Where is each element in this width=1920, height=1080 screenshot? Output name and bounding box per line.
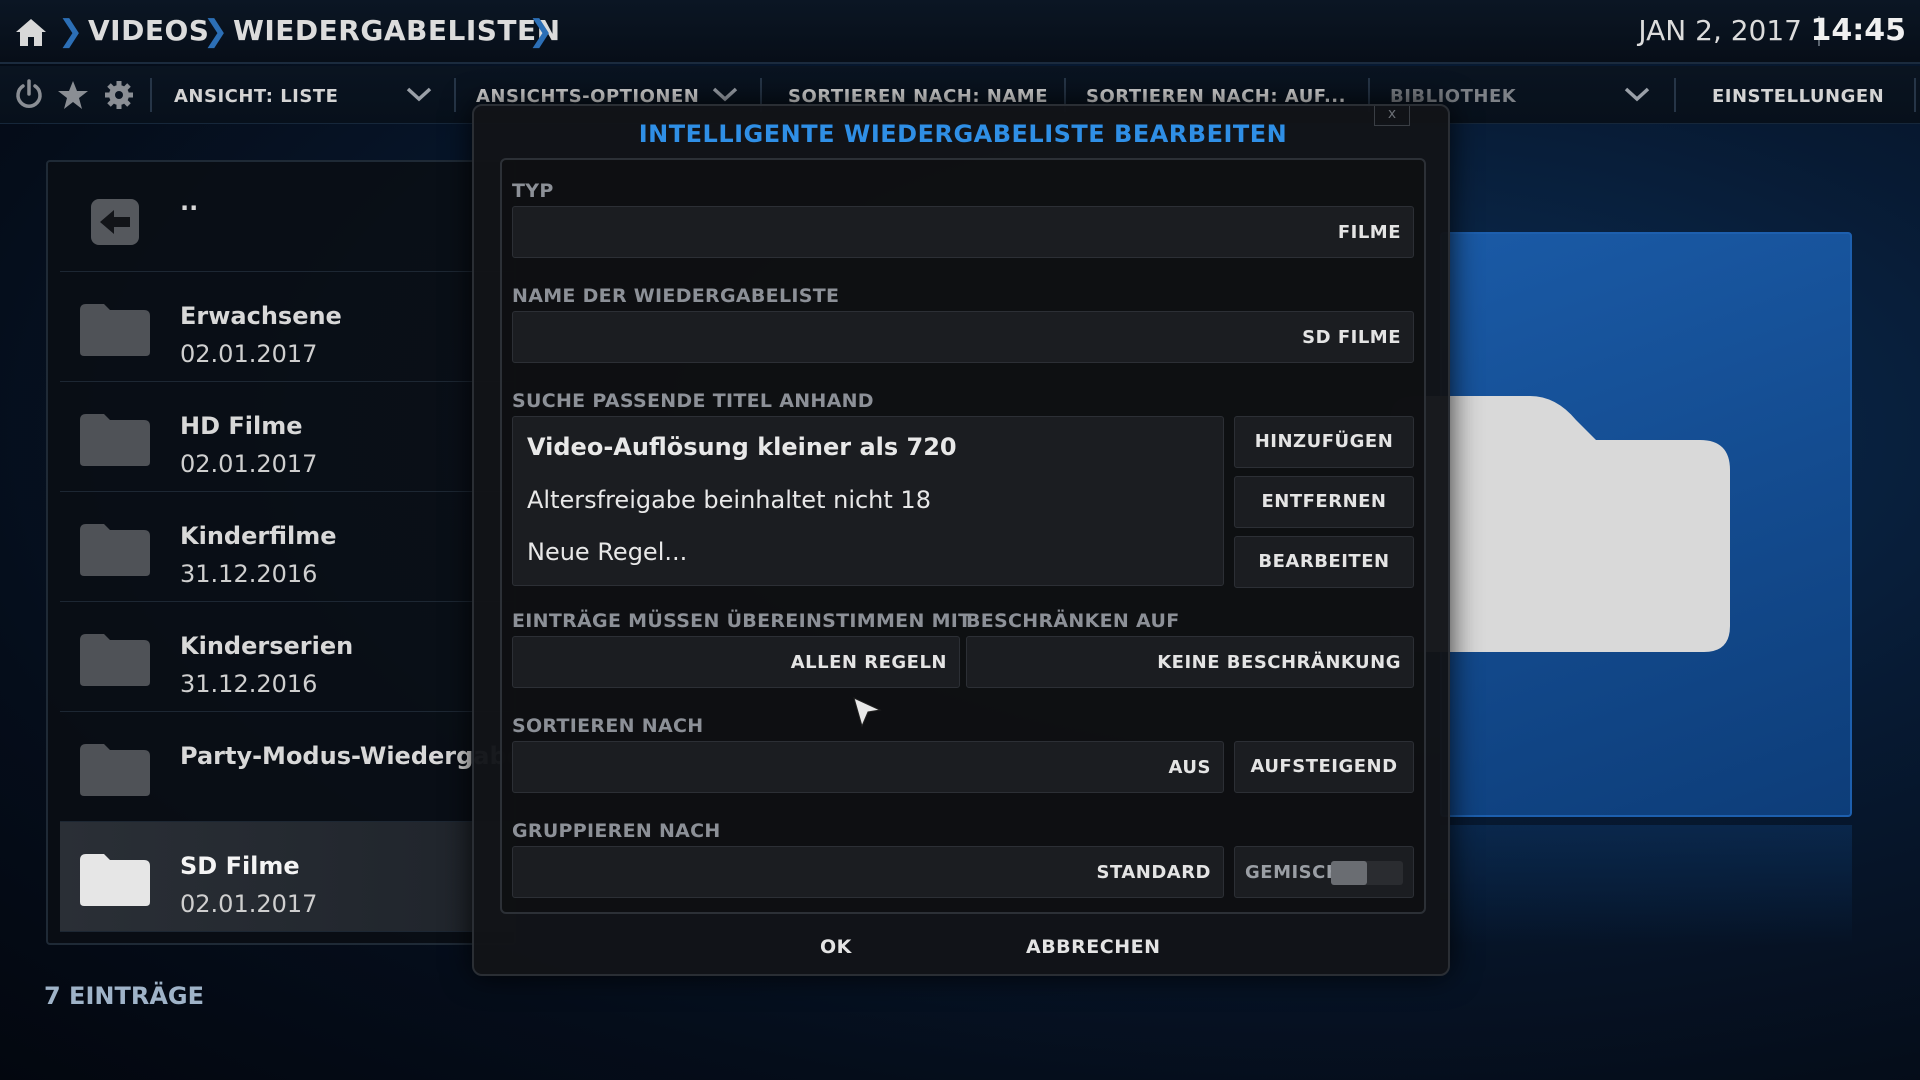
folder-icon [80,524,150,576]
folder-icon [80,414,150,466]
list-item[interactable]: Erwachsene 02.01.2017 [60,272,516,382]
power-icon[interactable] [12,78,46,112]
rules-label: SUCHE PASSENDE TITEL ANHAND [512,390,874,412]
chevron-down-icon[interactable] [712,84,738,104]
edit-smart-playlist-dialog: INTELLIGENTE WIEDERGABELISTE BEARBEITEN … [472,104,1450,976]
list-item-date: 02.01.2017 [180,890,318,918]
limit-value: KEINE BESCHRÄNKUNG [1157,652,1401,673]
breadcrumb-separator: ❯ [203,14,229,49]
file-list: .. Erwachsene 02.01.2017 HD Filme 02.01.… [46,160,581,945]
home-icon[interactable] [14,16,48,48]
folder-icon [80,744,150,796]
folder-icon [80,634,150,686]
dialog-title: INTELLIGENTE WIEDERGABELISTE BEARBEITEN [638,120,1288,148]
list-item[interactable]: HD Filme 02.01.2017 [60,382,516,492]
back-arrow-icon [91,199,139,245]
ok-button[interactable]: OK [820,936,852,958]
list-item-date: 31.12.2016 [180,670,318,698]
rule-item[interactable]: Neue Regel... [527,538,687,566]
close-button[interactable]: x [1374,106,1410,126]
list-item-date: 02.01.2017 [180,340,318,368]
breadcrumb-separator: ❯ [528,14,554,49]
match-label: EINTRÄGE MÜSSEN ÜBEREINSTIMMEN MIT [512,610,972,632]
date-display: JAN 2, 2017 [1638,14,1802,47]
list-item[interactable]: Party-Modus-Wiedergabeliste [60,712,581,822]
type-value: FILME [1337,222,1401,243]
type-label: TYP [512,180,554,202]
gear-icon[interactable] [102,78,136,112]
list-item-selected[interactable]: SD Filme 02.01.2017 [60,822,516,932]
sort-field[interactable]: AUS [512,741,1224,793]
list-item-name: SD Filme [180,852,300,880]
playlist-name-value: SD FILME [1302,327,1401,348]
time-display: 14:45 [1810,13,1907,48]
mixed-toggle[interactable]: GEMISCHT [1234,846,1414,898]
toggle-knob [1331,861,1367,885]
dialog-content: TYP FILME NAME DER WIEDERGABELISTE SD FI… [500,158,1426,914]
cancel-button[interactable]: ABBRECHEN [1026,936,1161,958]
list-item[interactable]: Kinderfilme 31.12.2016 [60,492,516,602]
type-field[interactable]: FILME [512,206,1414,258]
rules-list: Video-Auflösung kleiner als 720 Altersfr… [512,416,1224,586]
toolbar-divider [150,78,152,112]
group-field[interactable]: STANDARD [512,846,1224,898]
rule-item[interactable]: Altersfreigabe beinhaltet nicht 18 [527,486,931,514]
toolbar-divider [1674,78,1676,112]
view-mode-button[interactable]: ANSICHT: LISTE [174,86,338,107]
folder-icon [80,854,150,906]
sort-label: SORTIEREN NACH [512,715,704,737]
list-item-date: 02.01.2017 [180,450,318,478]
group-label: GRUPPIEREN NACH [512,820,721,842]
limit-field[interactable]: KEINE BESCHRÄNKUNG [966,636,1414,688]
breadcrumb-separator: ❯ [58,14,84,49]
folder-icon [80,304,150,356]
toggle-switch[interactable] [1331,861,1403,885]
chevron-down-icon[interactable] [406,84,432,104]
preview-reflection [1440,825,1852,945]
toolbar-divider [454,78,456,112]
match-value: ALLEN REGELN [790,652,947,673]
mouse-pointer-icon [853,697,882,728]
playlist-name-field[interactable]: SD FILME [512,311,1414,363]
item-count: 7 EINTRÄGE [44,982,204,1010]
add-rule-button[interactable]: HINZUFÜGEN [1234,416,1414,468]
settings-button[interactable]: EINSTELLUNGEN [1712,86,1884,107]
toolbar-divider [1914,78,1916,112]
list-item-name: Erwachsene [180,302,342,330]
match-field[interactable]: ALLEN REGELN [512,636,960,688]
list-item-name: Kinderfilme [180,522,337,550]
sort-direction-button[interactable]: AUFSTEIGEND [1234,741,1414,793]
top-bar: ❯ VIDEOS ❯ WIEDERGABELISTEN ❯ JAN 2, 201… [0,0,1920,64]
list-item-parent[interactable]: .. [60,162,516,272]
star-icon[interactable] [56,78,90,112]
playlist-name-label: NAME DER WIEDERGABELISTE [512,285,840,307]
breadcrumb-videos[interactable]: VIDEOS [88,14,209,47]
rule-item[interactable]: Video-Auflösung kleiner als 720 [527,433,957,461]
list-item-date: 31.12.2016 [180,560,318,588]
sort-value: AUS [1168,757,1211,778]
chevron-down-icon[interactable] [1624,84,1650,104]
list-item[interactable]: Kinderserien 31.12.2016 [60,602,516,712]
breadcrumb-playlists[interactable]: WIEDERGABELISTEN [233,14,561,47]
limit-label: BESCHRÄNKEN AUF [966,610,1180,632]
list-item-name: Kinderserien [180,632,354,660]
list-item-label: .. [180,188,199,216]
group-value: STANDARD [1096,862,1211,883]
remove-rule-button[interactable]: ENTFERNEN [1234,476,1414,528]
edit-rule-button[interactable]: BEARBEITEN [1234,536,1414,588]
list-item-name: HD Filme [180,412,303,440]
